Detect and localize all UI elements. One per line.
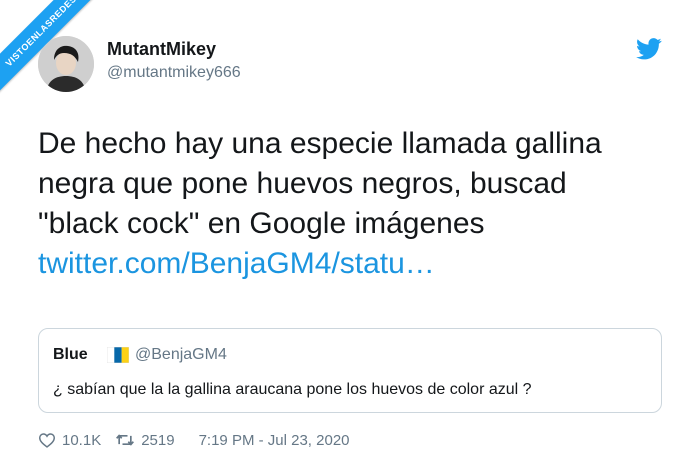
twitter-bird-icon[interactable] bbox=[636, 38, 662, 60]
tweet-link[interactable]: twitter.com/BenjaGM4/statu… bbox=[38, 244, 678, 284]
tweet-text: De hecho hay una especie llamada gallina… bbox=[38, 124, 678, 284]
tweet-line: "black cock" en Google imágenes bbox=[38, 207, 485, 240]
tweet-line: negra que pone huevos negros, buscad bbox=[38, 167, 567, 200]
heart-icon[interactable] bbox=[38, 432, 56, 448]
retweet-count: 2519 bbox=[141, 431, 175, 449]
like-count: 10.1K bbox=[62, 431, 102, 449]
retweet-icon[interactable] bbox=[115, 432, 135, 448]
quoted-tweet[interactable]: Blue @BenjaGM4 ¿ sabían que la la gallin… bbox=[38, 328, 662, 413]
author-name[interactable]: MutantMikey bbox=[107, 39, 216, 60]
profile-photo-icon bbox=[38, 36, 94, 92]
author-handle[interactable]: @mutantmikey666 bbox=[107, 64, 241, 82]
quoted-author-handle: @BenjaGM4 bbox=[135, 346, 227, 363]
tweet-meta: 10.1K 2519 7:19 PM - Jul 23, 2020 bbox=[38, 430, 350, 450]
tweet-timestamp[interactable]: 7:19 PM - Jul 23, 2020 bbox=[199, 432, 350, 449]
quoted-tweet-text: ¿ sabían que la la gallina araucana pone… bbox=[53, 381, 532, 398]
tweet-line: De hecho hay una especie llamada gallina bbox=[38, 127, 602, 160]
quoted-author-name: Blue bbox=[53, 346, 88, 363]
canary-islands-flag-icon bbox=[107, 347, 129, 363]
avatar[interactable] bbox=[38, 36, 94, 92]
